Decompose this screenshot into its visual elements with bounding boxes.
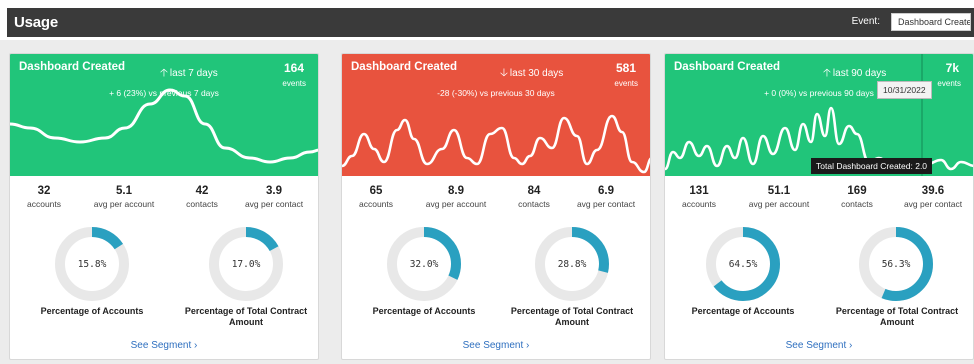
donut-value: 32.0% (409, 258, 439, 270)
donut-value: 64.5% (728, 258, 758, 270)
stat-accounts: 131 accounts (679, 185, 719, 209)
stat-value: 84 (527, 185, 541, 197)
stat-value: 5.1 (116, 185, 132, 197)
stat-contacts: 84 contacts (514, 185, 554, 209)
event-count-unit: events (937, 79, 961, 88)
arrow-down-icon: 🡣 (500, 67, 508, 79)
top-bar: Usage Event: Dashboard Created ⌄ (0, 0, 974, 40)
chart-tooltip-total: Total Dashboard Created: 2.0 (811, 158, 933, 174)
see-segment-link[interactable]: See Segment › (342, 340, 650, 351)
stat-avg-account: 8.9 avg per account (420, 185, 492, 209)
donut-accounts: 32.0% (386, 226, 462, 302)
stat-accounts: 65 accounts (356, 185, 396, 209)
stat-value: 8.9 (448, 185, 464, 197)
donut-value: 56.3% (881, 258, 911, 270)
card-header: Dashboard Created 🡡 last 7 days 164 event… (10, 54, 318, 176)
stat-accounts: 32 accounts (24, 185, 64, 209)
stat-label: accounts (26, 199, 62, 209)
card-header: Dashboard Created 🡣 last 30 days 581 even… (342, 54, 650, 176)
donut-label: Percentage of Total Contract Amount (184, 306, 308, 327)
range-indicator: 🡣 last 30 days (500, 64, 563, 83)
stat-contacts: 169 contacts (837, 185, 877, 209)
stat-label: contacts (841, 199, 873, 209)
donut-accounts: 64.5% (705, 226, 781, 302)
usage-card-30-days: Dashboard Created 🡣 last 30 days 581 even… (341, 53, 651, 360)
donut-contract: 28.8% (534, 226, 610, 302)
donut-label: Percentage of Accounts (691, 306, 795, 316)
donut-label: Percentage of Accounts (372, 306, 476, 316)
donut-contract: 17.0% (208, 226, 284, 302)
stat-value: 169 (847, 185, 867, 197)
stat-value: 3.9 (266, 185, 282, 197)
stat-label: avg per contact (244, 199, 304, 209)
stat-value: 65 (369, 185, 383, 197)
usage-header: Usage Event: Dashboard Created ⌄ (7, 8, 974, 37)
donut-accounts: 15.8% (54, 226, 130, 302)
see-segment-label: See Segment (130, 340, 192, 351)
donut-value: 17.0% (231, 258, 261, 270)
stat-avg-contact: 6.9 avg per contact (570, 185, 642, 209)
stat-label: contacts (518, 199, 550, 209)
stat-label: contacts (186, 199, 218, 209)
donut-contract: 56.3% (858, 226, 934, 302)
donut-value: 28.8% (557, 258, 587, 270)
chevron-right-icon: › (526, 340, 530, 351)
donut-value: 15.8% (77, 258, 107, 270)
event-count-unit: events (282, 79, 306, 88)
range-indicator: 🡡 last 7 days (160, 64, 218, 83)
delta-text: + 6 (23%) vs previous 7 days (109, 88, 219, 98)
stats-row: 131 accounts 51.1 avg per account 169 conta… (665, 185, 973, 217)
event-label: Event: (851, 16, 880, 27)
delta-text: -28 (-30%) vs previous 30 days (437, 88, 555, 98)
page-title: Usage (14, 14, 59, 31)
chevron-right-icon: › (194, 340, 198, 351)
event-count-unit: events (614, 79, 638, 88)
range-label: last 7 days (169, 68, 218, 79)
card-title: Dashboard Created (19, 61, 126, 73)
stat-label: avg per contact (903, 199, 963, 209)
chevron-right-icon: › (849, 340, 853, 351)
event-count: 164 (283, 61, 304, 75)
see-segment-link[interactable]: See Segment › (665, 340, 973, 351)
see-segment-label: See Segment (462, 340, 524, 351)
stat-value: 6.9 (598, 185, 614, 197)
usage-card-90-days: Dashboard Created 🡡 last 90 days 7k event… (664, 53, 974, 360)
arrow-up-icon: 🡡 (823, 67, 831, 79)
event-count: 7k (945, 61, 959, 75)
arrow-up-icon: 🡡 (160, 67, 168, 79)
card-title: Dashboard Created (674, 61, 781, 73)
stat-contacts: 42 contacts (182, 185, 222, 209)
see-segment-label: See Segment (785, 340, 847, 351)
event-select[interactable]: Dashboard Created ⌄ (891, 13, 971, 31)
event-select-value: Dashboard Created (898, 17, 971, 27)
stat-avg-account: 5.1 avg per account (88, 185, 160, 209)
stat-value: 42 (195, 185, 209, 197)
range-label: last 30 days (509, 68, 564, 79)
chart-tooltip-date: 10/31/2022 (877, 81, 932, 99)
stat-label: avg per account (748, 199, 810, 209)
card-title: Dashboard Created (351, 61, 458, 73)
usage-card-7-days: Dashboard Created 🡡 last 7 days 164 event… (9, 53, 319, 360)
stats-row: 32 accounts 5.1 avg per account 42 contacts… (10, 185, 318, 217)
stat-label: accounts (358, 199, 394, 209)
stat-label: avg per account (425, 199, 487, 209)
stats-row: 65 accounts 8.9 avg per account 84 contacts… (342, 185, 650, 217)
stat-value: 39.6 (921, 185, 945, 197)
donut-label: Percentage of Total Contract Amount (510, 306, 634, 327)
donut-label: Percentage of Total Contract Amount (835, 306, 959, 327)
stat-avg-contact: 3.9 avg per contact (238, 185, 310, 209)
stat-label: avg per contact (576, 199, 636, 209)
card-header: Dashboard Created 🡡 last 90 days 7k event… (665, 54, 973, 176)
stat-avg-contact: 39.6 avg per contact (897, 185, 969, 209)
stat-label: avg per account (93, 199, 155, 209)
donut-label: Percentage of Accounts (40, 306, 144, 316)
stat-label: accounts (681, 199, 717, 209)
stat-value: 32 (37, 185, 51, 197)
stat-value: 131 (689, 185, 709, 197)
event-count: 581 (615, 61, 636, 75)
see-segment-link[interactable]: See Segment › (10, 340, 318, 351)
range-label: last 90 days (832, 68, 887, 79)
stat-value: 51.1 (767, 185, 791, 197)
stat-avg-account: 51.1 avg per account (743, 185, 815, 209)
